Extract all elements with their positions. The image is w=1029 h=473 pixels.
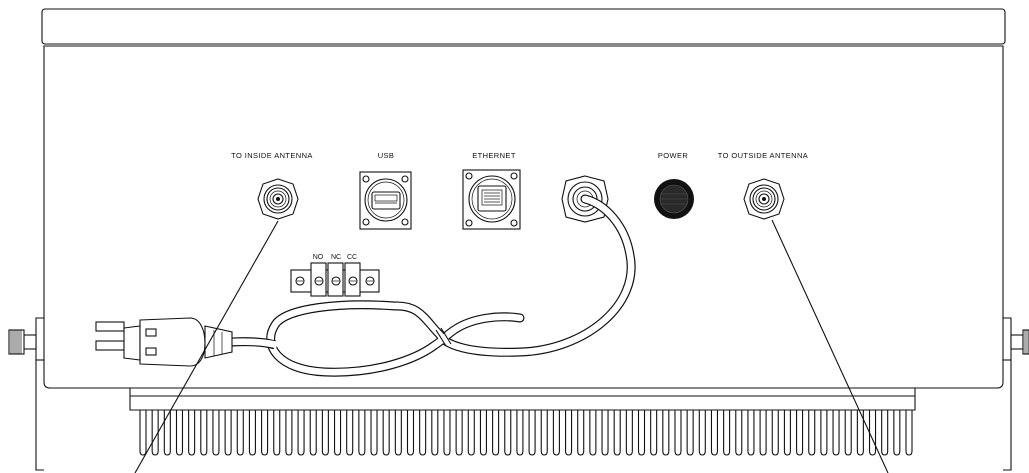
heatsink-fin [504,410,512,456]
heatsink-fin [261,410,269,456]
heatsink-fin [285,410,293,456]
enclosure-lid [41,8,1006,45]
heatsink-fin [394,410,402,456]
heatsink-fin [516,410,524,456]
heatsink-fin [297,410,305,456]
heatsink-fin [346,410,354,456]
heatsink-fin [175,410,184,456]
heatsink-fin [808,410,816,456]
heatsink-fin [868,410,877,456]
heatsink [129,388,916,456]
heatsink-fin [723,410,731,456]
heatsink-fin [881,410,889,456]
heatsink-fin [212,410,220,456]
heatsink-fin [565,410,573,456]
terminal-label-no: NO [313,254,324,261]
heatsink-fin [188,410,196,456]
enclosure-drawing: TO INSIDE ANTENNA USB ETHERNET POWER TO … [8,8,1029,473]
heatsink-fin [771,410,779,456]
heatsink-fin [613,410,621,456]
heatsink-fin [662,410,670,456]
heatsink-fin [479,410,487,456]
heatsink-fin [382,410,390,456]
heatsink-fin [783,410,791,456]
heatsink-fin [905,410,913,456]
heatsink-fin [844,410,852,456]
terminal-label-cc: CC [347,254,357,261]
heatsink-fin [601,410,609,456]
heatsink-fin [759,410,767,456]
label-usb: USB [378,151,395,160]
heatsink-fin [589,410,597,456]
heatsink-fin [625,410,633,456]
heatsink-fin [832,410,840,456]
heatsink-fin [443,410,451,456]
heatsink-fin [893,410,901,456]
outside-antenna-connector [743,178,785,220]
label-power: POWER [658,151,689,160]
heatsink-fin [492,410,500,456]
heatsink-fin [431,410,439,456]
heatsink-fin [820,410,828,456]
heatsink-fin [686,410,694,456]
heatsink-fin [698,410,706,456]
heatsink-fin [540,410,548,456]
label-ethernet: ETHERNET [472,151,516,160]
heatsink-fin [370,410,378,456]
usb-connector [359,171,412,230]
heatsink-fin [455,410,463,456]
heatsink-fin [710,410,719,456]
heatsink-fin [224,410,232,456]
ethernet-connector [462,169,521,230]
heatsink-fin [248,410,256,456]
heatsink-fin [309,410,317,456]
left-bracket [8,317,44,471]
inside-antenna-connector [257,178,299,220]
heatsink-fin [467,410,475,456]
heatsink-fin [577,410,585,456]
heatsink-fin [321,410,329,456]
heatsink-fin [333,410,342,456]
heatsink-fin [236,410,244,456]
heatsink-fin [528,410,536,456]
heatsink-fin [552,410,560,456]
heatsink-fin [151,410,159,456]
terminal-label-nc: NC [331,254,341,261]
heatsink-fin [650,410,658,456]
heatsink-fin [273,410,281,456]
heatsink-fin [796,410,804,456]
heatsink-fin [419,410,427,456]
heatsink-fin [747,410,755,456]
right-bracket [1003,317,1029,471]
heatsink-fin [735,410,743,456]
heatsink-fin [200,410,208,456]
heatsink-fin [406,410,415,456]
heatsink-fin [637,410,646,456]
power-switch [654,179,694,219]
heatsink-fin [358,410,366,456]
heatsink-fin [674,410,682,456]
label-inside-antenna: TO INSIDE ANTENNA [231,151,313,160]
heatsink-fin [139,410,147,456]
label-outside-antenna: TO OUTSIDE ANTENNA [718,151,808,160]
